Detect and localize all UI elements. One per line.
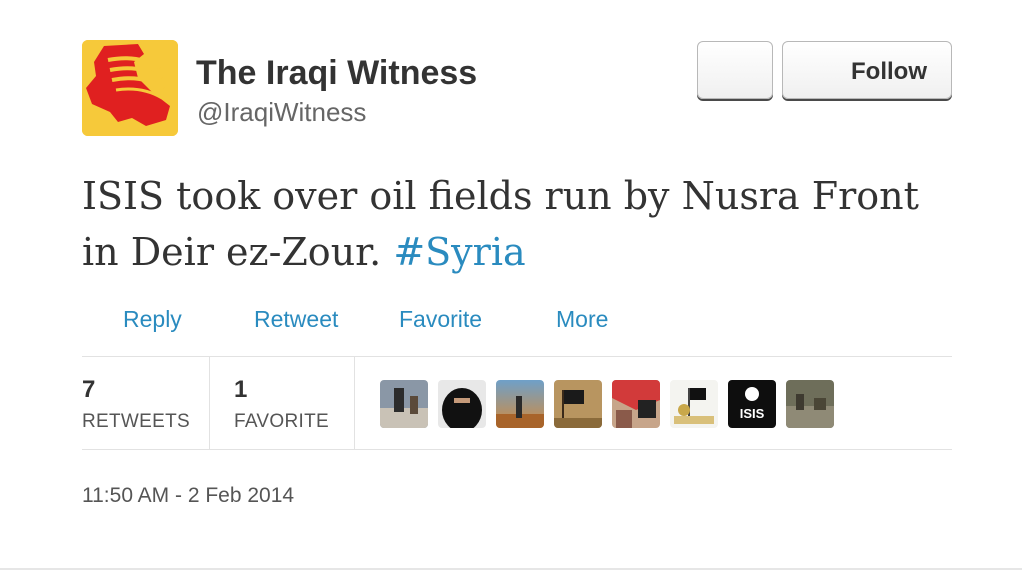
- user-actions-button[interactable]: [697, 41, 773, 99]
- flag-drawing-avatar[interactable]: [670, 380, 718, 428]
- more-action[interactable]: More: [556, 306, 608, 333]
- reply-action[interactable]: Reply: [123, 306, 182, 333]
- isis-logo-avatar[interactable]: ISIS: [728, 380, 776, 428]
- keffiyeh-avatar[interactable]: [612, 380, 660, 428]
- flag-avatar[interactable]: [554, 380, 602, 428]
- favorites-label[interactable]: FAVORITE: [234, 411, 329, 433]
- retweet-action[interactable]: Retweet: [254, 306, 338, 333]
- tweet-timestamp[interactable]: 11:50 AM - 2 Feb 2014: [82, 484, 294, 508]
- stats-bottom-divider: [82, 449, 952, 450]
- favorite-action[interactable]: Favorite: [399, 306, 482, 333]
- profile-avatar[interactable]: [82, 40, 178, 136]
- retweets-count[interactable]: 7: [82, 376, 95, 404]
- desert-soldier-avatar[interactable]: [496, 380, 544, 428]
- stats-divider-2: [354, 357, 355, 449]
- isis-avatar-text: ISIS: [740, 406, 765, 421]
- tweet-text: ISIS took over oil fields run by Nusra F…: [82, 168, 962, 280]
- veiled-woman-avatar[interactable]: [438, 380, 486, 428]
- stats-divider-1: [209, 357, 210, 449]
- stats-top-divider: [82, 356, 952, 357]
- display-name[interactable]: The Iraqi Witness: [196, 54, 477, 93]
- user-handle[interactable]: @IraqiWitness: [197, 97, 366, 128]
- ruins-avatar[interactable]: [786, 380, 834, 428]
- stairs-photo-avatar[interactable]: [380, 380, 428, 428]
- iraq-map-logo-icon: [82, 40, 178, 136]
- follow-button[interactable]: Follow: [782, 41, 952, 99]
- favorites-count[interactable]: 1: [234, 376, 247, 404]
- follow-button-label: Follow: [851, 58, 927, 85]
- retweets-label[interactable]: RETWEETS: [82, 411, 190, 433]
- hashtag-link[interactable]: #Syria: [393, 230, 525, 274]
- bottom-border: [0, 568, 1022, 570]
